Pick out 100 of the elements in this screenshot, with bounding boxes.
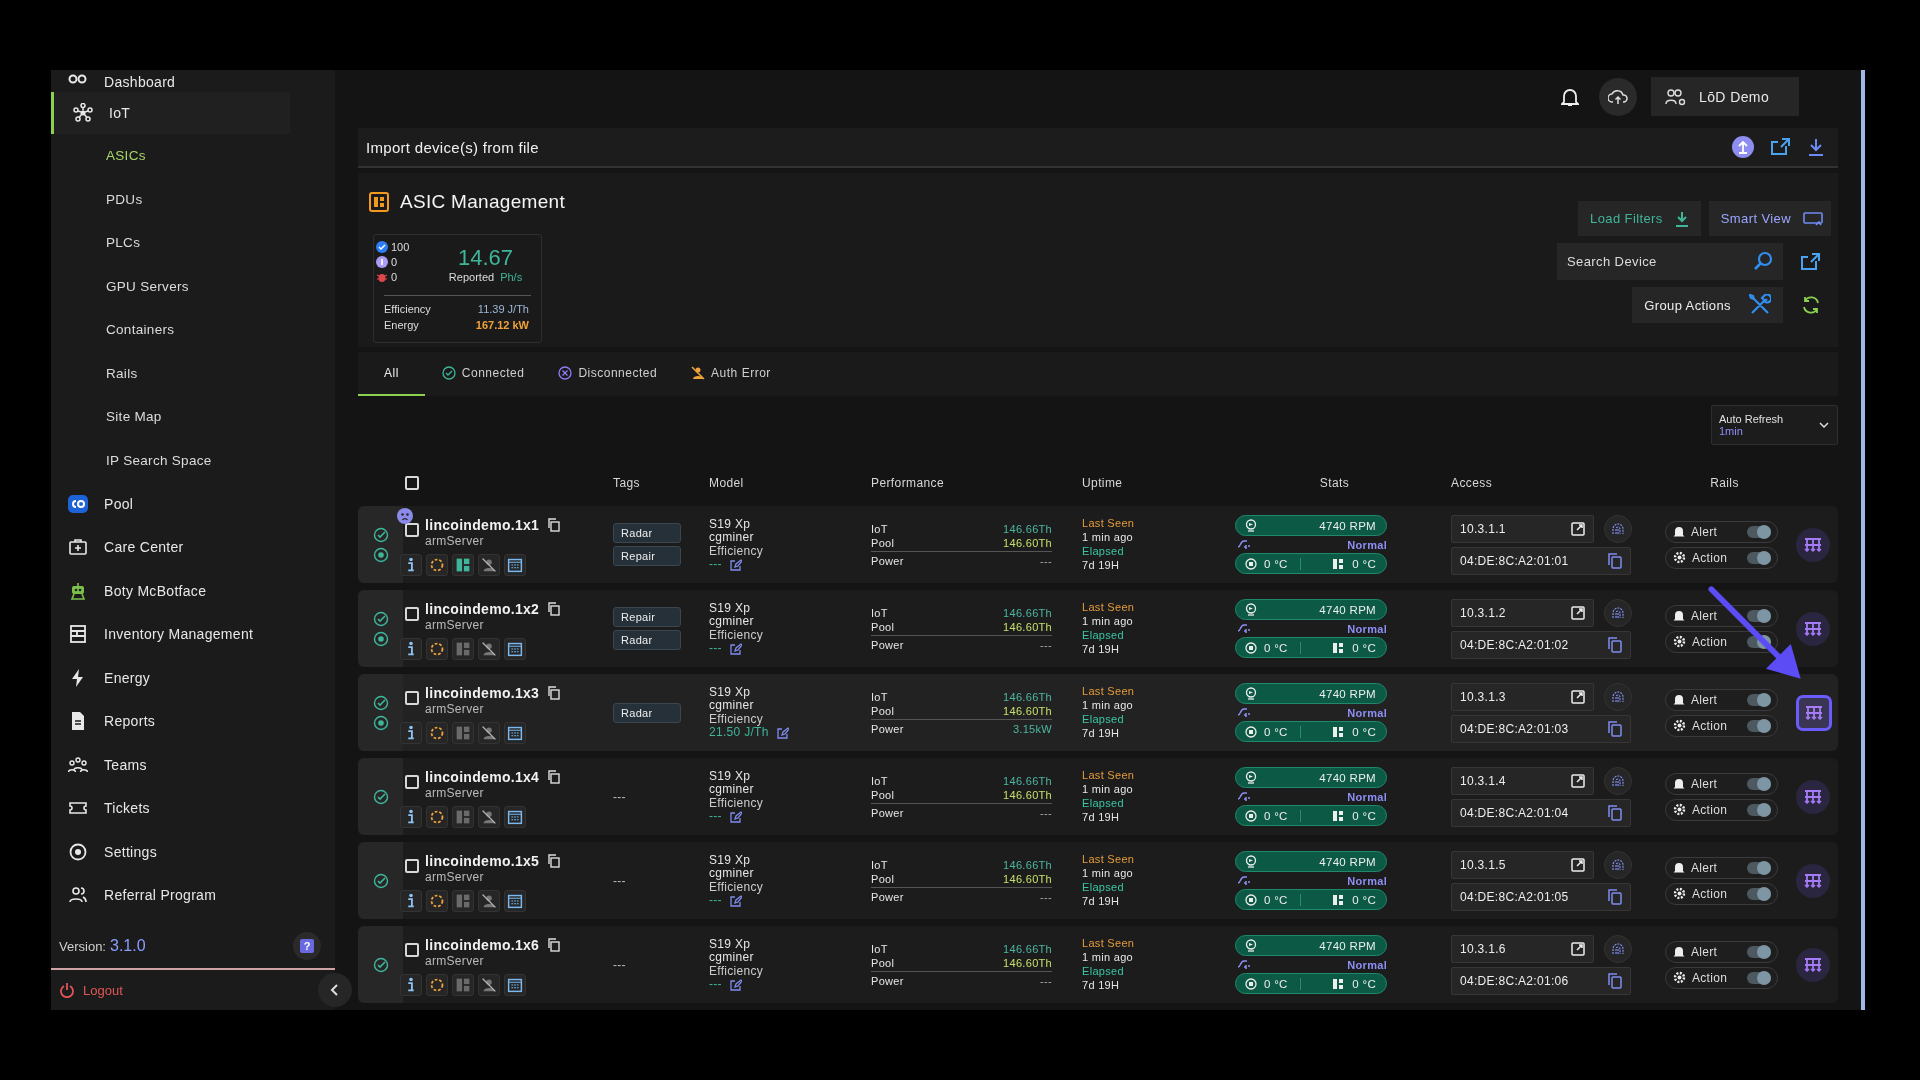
mac-address-field[interactable]: 04:DE:8C:A2:01:04 <box>1451 798 1631 827</box>
info-button[interactable] <box>400 638 422 660</box>
rail-toggle[interactable]: Action <box>1665 714 1778 737</box>
sidebar-item[interactable]: Reports <box>51 699 335 743</box>
mac-address-field[interactable]: 04:DE:8C:A2:01:02 <box>1451 630 1631 659</box>
copy-button[interactable] <box>547 518 561 532</box>
toggle-switch[interactable] <box>1747 525 1771 538</box>
rail-toggle[interactable]: Alert <box>1665 856 1778 879</box>
sidebar-item[interactable]: Dashboard <box>51 70 335 92</box>
sidebar-subitem[interactable]: ASICs <box>51 134 335 178</box>
edit-button[interactable] <box>729 558 742 571</box>
load-filters-button[interactable]: Load Filters <box>1578 201 1701 237</box>
filter-tab[interactable]: Connected <box>424 351 542 396</box>
copy-button[interactable] <box>547 770 561 784</box>
mac-address-field[interactable]: 04:DE:8C:A2:01:03 <box>1451 714 1631 743</box>
rail-toggle[interactable]: Alert <box>1665 940 1778 963</box>
user-off-button[interactable] <box>478 974 500 996</box>
user-account-button[interactable]: LōD Demo <box>1651 77 1799 117</box>
checkbox[interactable] <box>405 691 419 705</box>
sidebar-subitem[interactable]: Containers <box>51 308 335 352</box>
checkbox[interactable] <box>405 943 419 957</box>
mac-address-field[interactable]: 04:DE:8C:A2:01:06 <box>1451 966 1631 995</box>
ring-button[interactable] <box>426 974 448 996</box>
device-name[interactable]: lincoindemo.1x2 <box>425 601 540 617</box>
sidebar-item[interactable]: Tickets <box>51 786 335 830</box>
device-name[interactable]: lincoindemo.1x6 <box>425 937 540 953</box>
rail-button[interactable] <box>1796 863 1830 898</box>
sidebar-subitem[interactable]: Rails <box>51 351 335 395</box>
sidebar-item[interactable]: Boty McBotface <box>51 569 335 613</box>
edit-button[interactable] <box>729 894 742 907</box>
device-name[interactable]: lincoindemo.1x4 <box>425 769 540 785</box>
ring-button[interactable] <box>426 722 448 744</box>
copy-button[interactable] <box>547 686 561 700</box>
sidebar-subitem[interactable]: Site Map <box>51 395 335 439</box>
user-off-button[interactable] <box>478 638 500 660</box>
filter-tab[interactable]: Auth Error <box>674 351 788 396</box>
info-button[interactable] <box>400 554 422 576</box>
toggle-switch[interactable] <box>1747 719 1771 732</box>
fingerprint-button[interactable] <box>1604 514 1632 543</box>
sidebar-subitem[interactable]: PLCs <box>51 221 335 265</box>
copy-button[interactable] <box>547 602 561 616</box>
search-field[interactable]: Search Device <box>1557 243 1783 281</box>
edit-button[interactable] <box>729 642 742 655</box>
rail-toggle[interactable]: Alert <box>1665 772 1778 795</box>
sidebar-item[interactable]: Care Center <box>51 525 335 569</box>
toggle-switch[interactable] <box>1747 861 1771 874</box>
copy-button[interactable] <box>547 938 561 952</box>
sidebar-subitem[interactable]: PDUs <box>51 177 335 221</box>
user-off-button[interactable] <box>478 890 500 912</box>
sidebar-subitem[interactable]: GPU Servers <box>51 264 335 308</box>
rail-toggle[interactable]: Action <box>1665 966 1778 989</box>
rail-toggle[interactable]: Action <box>1665 546 1778 569</box>
rail-toggle[interactable]: Action <box>1665 798 1778 821</box>
filter-tab[interactable]: Disconnected <box>541 351 675 396</box>
mac-address-field[interactable]: 04:DE:8C:A2:01:05 <box>1451 882 1631 911</box>
info-button[interactable] <box>400 974 422 996</box>
edit-button[interactable] <box>776 726 789 739</box>
rail-button[interactable] <box>1796 527 1830 562</box>
share-button[interactable] <box>1770 137 1792 158</box>
info-button[interactable] <box>400 722 422 744</box>
sidebar-item[interactable]: Pool <box>51 482 335 526</box>
calendar-button[interactable] <box>504 722 526 744</box>
ip-address-field[interactable]: 10.3.1.6 <box>1451 934 1594 963</box>
edit-button[interactable] <box>729 978 742 991</box>
device-name[interactable]: lincoindemo.1x3 <box>425 685 540 701</box>
help-button[interactable]: ? <box>293 932 321 960</box>
ip-address-field[interactable]: 10.3.1.5 <box>1451 850 1594 879</box>
layout-button[interactable] <box>452 554 474 576</box>
toggle-switch[interactable] <box>1747 803 1771 816</box>
ring-button[interactable] <box>426 890 448 912</box>
toggle-switch[interactable] <box>1747 693 1771 706</box>
sidebar-item[interactable]: Referral Program <box>51 873 335 917</box>
scrollbar[interactable] <box>1861 70 1865 1010</box>
rail-toggle[interactable]: Action <box>1665 882 1778 905</box>
toggle-switch[interactable] <box>1747 887 1771 900</box>
ring-button[interactable] <box>426 554 448 576</box>
calendar-button[interactable] <box>504 974 526 996</box>
mac-address-field[interactable]: 04:DE:8C:A2:01:01 <box>1451 546 1631 575</box>
user-off-button[interactable] <box>478 554 500 576</box>
fingerprint-button[interactable] <box>1604 766 1632 795</box>
rail-toggle[interactable]: Alert <box>1665 688 1778 711</box>
device-name[interactable]: lincoindemo.1x5 <box>425 853 540 869</box>
edit-button[interactable] <box>729 810 742 823</box>
rail-button[interactable] <box>1796 779 1830 814</box>
sidebar-item[interactable]: IoT <box>51 92 290 134</box>
cloud-upload-button[interactable] <box>1599 77 1637 116</box>
rail-toggle[interactable]: Alert <box>1665 520 1778 543</box>
fingerprint-button[interactable] <box>1604 598 1632 627</box>
fingerprint-button[interactable] <box>1604 850 1632 879</box>
calendar-button[interactable] <box>504 554 526 576</box>
toggle-switch[interactable] <box>1747 609 1771 622</box>
toggle-switch[interactable] <box>1747 945 1771 958</box>
calendar-button[interactable] <box>504 890 526 912</box>
rail-toggle[interactable]: Alert <box>1665 604 1778 627</box>
calendar-button[interactable] <box>504 806 526 828</box>
download-button[interactable] <box>1808 138 1824 157</box>
calendar-button[interactable] <box>504 638 526 660</box>
user-off-button[interactable] <box>478 806 500 828</box>
ip-address-field[interactable]: 10.3.1.2 <box>1451 598 1594 627</box>
group-actions-button[interactable]: Group Actions <box>1632 287 1783 324</box>
